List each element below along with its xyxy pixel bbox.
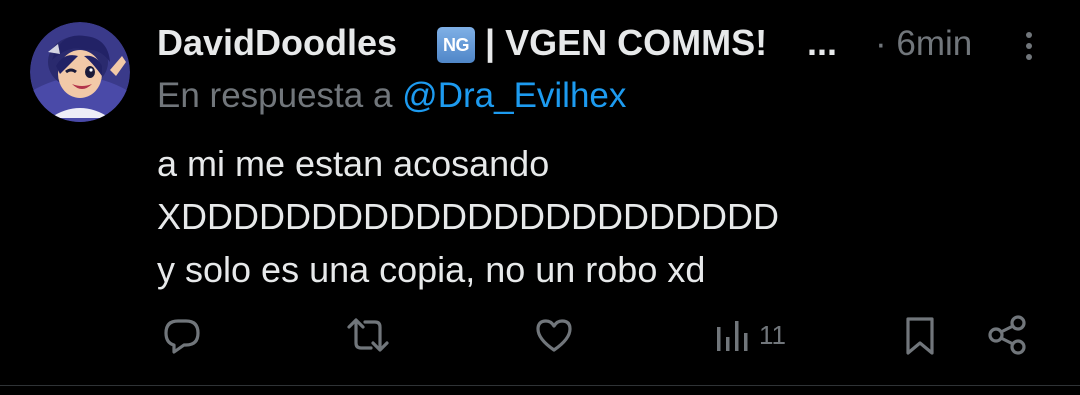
more-options-icon[interactable] xyxy=(1019,28,1039,64)
tweet-text-line: a mi me estan acosando xyxy=(157,143,550,184)
tweet-actions: 11 xyxy=(0,313,1080,357)
share-icon xyxy=(988,315,1026,355)
tweet-text-line: XDDDDDDDDDDDDDDDDDDDDDDD xyxy=(157,196,779,237)
name-truncation: ... xyxy=(807,22,838,63)
ng-badge-icon: NG xyxy=(437,27,475,63)
tweet-card[interactable]: DavidDoodles NG | VGEN COMMS! ... · 6min… xyxy=(0,0,1080,386)
author-display-name[interactable]: DavidDoodles xyxy=(157,22,397,64)
reply-prefix: En respuesta a xyxy=(157,76,393,115)
tweet-header: DavidDoodles NG | VGEN COMMS! ... · 6min xyxy=(157,18,1057,68)
avatar[interactable] xyxy=(30,22,130,122)
comment-icon xyxy=(164,319,200,354)
bookmark-button[interactable] xyxy=(902,313,938,357)
retweet-button[interactable] xyxy=(345,313,391,357)
views-count: 11 xyxy=(759,319,786,350)
heart-icon xyxy=(536,319,572,352)
reply-button[interactable] xyxy=(160,313,204,357)
like-button[interactable] xyxy=(532,313,576,357)
reply-handle-link[interactable]: @Dra_Evilhex xyxy=(402,76,626,115)
views-button[interactable]: 11 xyxy=(715,313,786,357)
bookmark-icon xyxy=(906,317,934,355)
tweet-text: a mi me estan acosando XDDDDDDDDDDDDDDDD… xyxy=(157,137,779,296)
reply-context: En respuesta a @Dra_Evilhex xyxy=(157,76,626,116)
share-button[interactable] xyxy=(985,313,1029,357)
divider xyxy=(0,385,1080,386)
author-name-suffix[interactable]: | VGEN COMMS! xyxy=(485,22,767,64)
retweet-icon xyxy=(347,318,389,352)
cartoon-avatar-icon xyxy=(30,22,130,122)
tweet-timestamp[interactable]: · 6min xyxy=(875,24,972,64)
bar-chart-icon xyxy=(717,321,748,351)
tweet-text-line: y solo es una copia, no un robo xd xyxy=(157,249,706,290)
